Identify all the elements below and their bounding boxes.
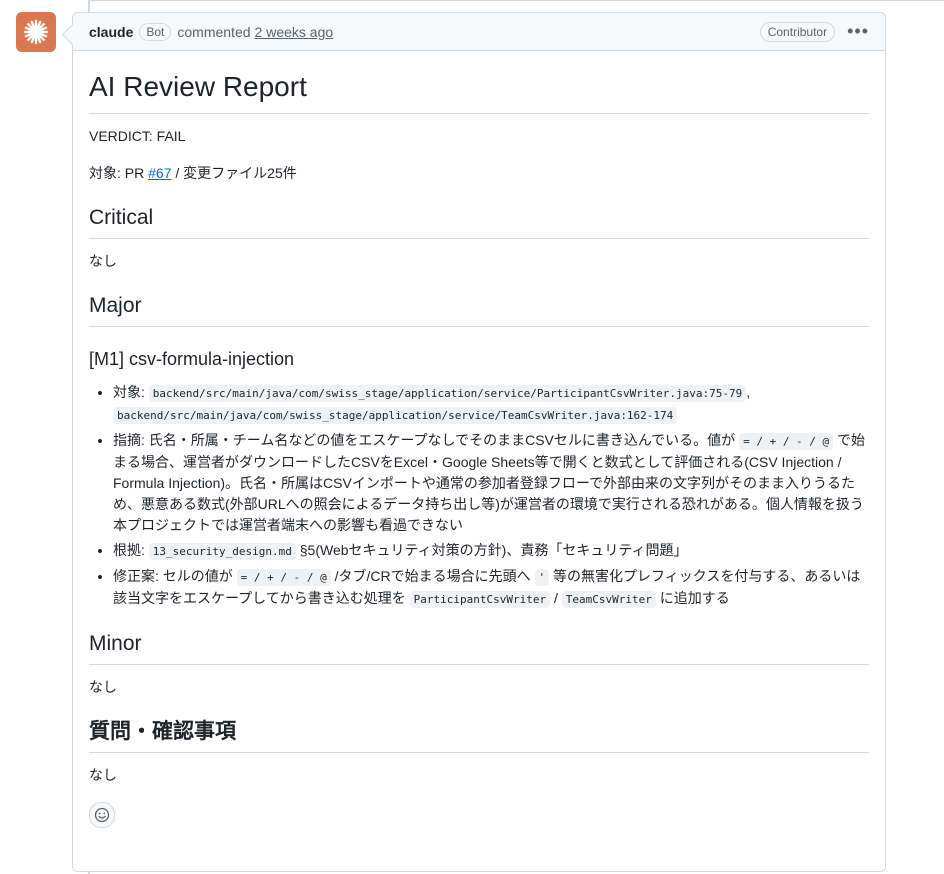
critical-text: なし	[89, 253, 117, 269]
minor-heading: Minor	[89, 630, 869, 665]
contributor-badge: Contributor	[759, 21, 836, 42]
comment-box: claude Bot commented 2 weeks ago Contrib…	[72, 12, 886, 872]
questions-heading: 質問・確認事項	[89, 718, 869, 753]
m1-heading: [M1] csv-formula-injection	[89, 349, 295, 369]
list-item-basis: 根拠: 13_security_design.md §5(Webセキュリティ対策…	[113, 540, 869, 562]
m1-list: 対象: backend/src/main/java/com/swiss_stag…	[89, 382, 869, 610]
comment-body: AI Review Report VERDICT: FAIL 対象: PR #6…	[73, 69, 885, 828]
smiley-icon	[94, 807, 110, 823]
code-prefix-chars: = / + / - / @	[739, 433, 834, 450]
comment-action: commented	[177, 23, 251, 40]
kebab-horizontal-icon[interactable]: •••	[847, 21, 869, 42]
verdict-text: VERDICT: FAIL	[89, 128, 186, 144]
pr-link[interactable]: #67	[148, 165, 171, 181]
minor-text: なし	[89, 679, 117, 695]
timeline-top-rule	[88, 0, 944, 1]
author-name[interactable]: claude	[89, 24, 133, 40]
report-title: AI Review Report	[89, 69, 869, 114]
code-team-writer: TeamCsvWriter	[561, 591, 656, 608]
code-security-doc: 13_security_design.md	[148, 543, 296, 560]
code-fix-chars: = / + / - / @	[236, 569, 331, 586]
comment-timestamp[interactable]: 2 weeks ago	[255, 24, 334, 40]
target-line: 対象: PR #67 / 変更ファイル25件	[89, 165, 297, 181]
list-item-target: 対象: backend/src/main/java/com/swiss_stag…	[113, 382, 869, 426]
code-path-team: backend/src/main/java/com/swiss_stage/ap…	[113, 407, 678, 424]
list-item-issue: 指摘: 氏名・所属・チーム名などの値をエスケープなしでそのままCSVセルに書き込…	[113, 430, 869, 536]
claude-sunburst-icon	[23, 19, 49, 45]
comment-header: claude Bot commented 2 weeks ago Contrib…	[73, 13, 885, 51]
questions-text: なし	[89, 767, 117, 783]
code-quote-char: '	[534, 569, 550, 586]
critical-heading: Critical	[89, 204, 869, 239]
avatar[interactable]	[16, 12, 56, 52]
code-path-participant: backend/src/main/java/com/swiss_stage/ap…	[148, 385, 747, 402]
add-reaction-button[interactable]	[89, 802, 115, 828]
major-heading: Major	[89, 292, 869, 327]
list-item-fix: 修正案: セルの値が = / + / - / @ /タブ/CRで始まる場合に先頭…	[113, 566, 869, 610]
code-participant-writer: ParticipantCsvWriter	[409, 591, 551, 608]
bot-badge: Bot	[139, 22, 172, 41]
